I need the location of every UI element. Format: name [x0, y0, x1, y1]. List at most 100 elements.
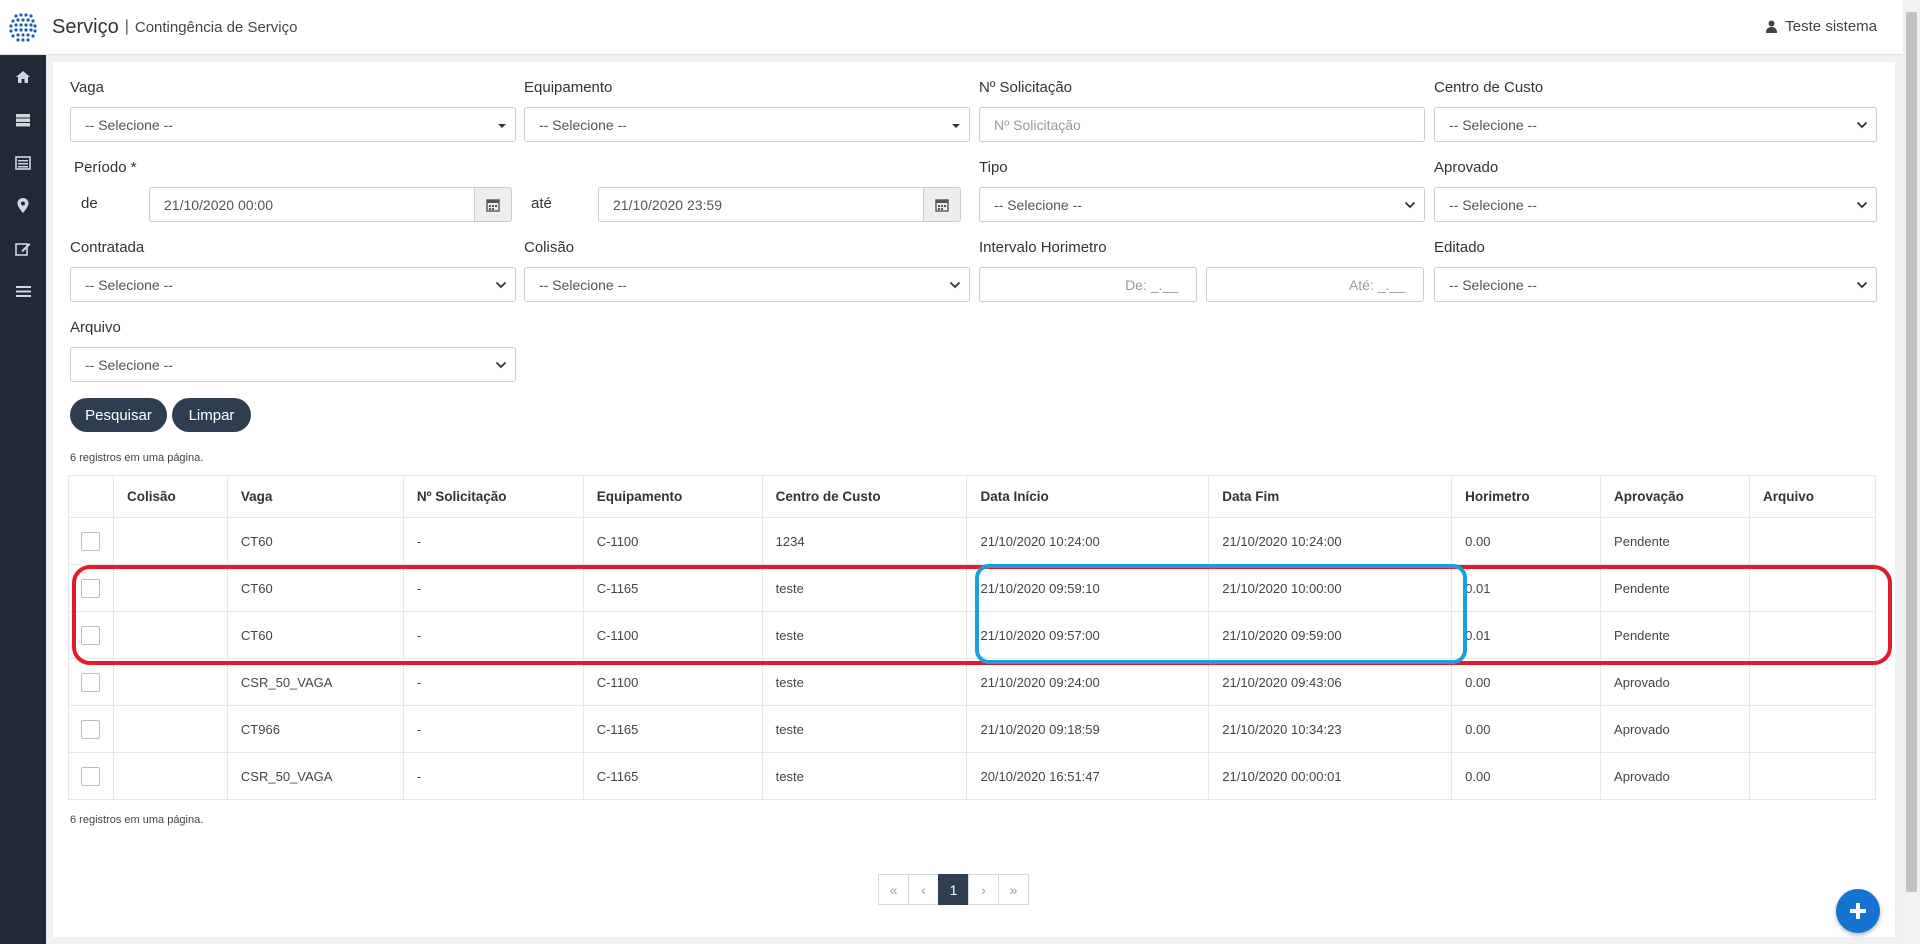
cell-horimetro: 0.00 [1451, 658, 1602, 706]
periodo-to-input[interactable]: 21/10/2020 23:59 [598, 187, 924, 222]
page-last-button[interactable]: » [998, 874, 1029, 905]
map-marker-icon [17, 198, 29, 213]
periodo-from-input[interactable]: 21/10/2020 00:00 [149, 187, 475, 222]
chevron-down-icon [1404, 201, 1416, 209]
row-checkbox[interactable] [81, 719, 101, 739]
list-alt-icon [15, 155, 31, 170]
calendar-to-button[interactable] [923, 187, 961, 222]
cell-data-fim: 21/10/2020 10:34:23 [1208, 705, 1453, 753]
editado-select[interactable]: -- Selecione -- [1434, 267, 1877, 302]
sidebar-item-menu[interactable] [0, 270, 46, 313]
calendar-from-button[interactable] [474, 187, 512, 222]
user-menu[interactable]: Teste sistema [1766, 18, 1877, 35]
cell-solicitacao: - [402, 752, 584, 800]
sidebar-item-list[interactable] [0, 141, 46, 184]
periodo-from-label: de [81, 195, 98, 212]
filter-panel: Vaga -- Selecione -- Equipamento -- Sele… [53, 62, 1895, 937]
column-header-data-inicio[interactable]: Data Início [966, 475, 1210, 518]
cell-equipamento: C-1100 [582, 658, 763, 706]
column-header-centro-custo[interactable]: Centro de Custo [761, 475, 968, 518]
cell-colisao [112, 517, 228, 565]
table-row[interactable]: CT60 - C-1100 1234 21/10/2020 10:24:00 2… [68, 517, 1877, 565]
horimetro-to-input[interactable]: Até: _.__ [1206, 267, 1424, 302]
menu-icon [15, 286, 31, 297]
cell-data-inicio: 21/10/2020 10:24:00 [966, 517, 1210, 565]
cell-data-inicio: 21/10/2020 09:18:59 [966, 705, 1210, 753]
table-row[interactable]: CSR_50_VAGA - C-1100 teste 21/10/2020 09… [68, 658, 1877, 706]
cell-data-inicio: 20/10/2020 16:51:47 [966, 752, 1210, 800]
sidebar-item-home[interactable] [0, 55, 46, 98]
column-header-aprovacao[interactable]: Aprovação [1600, 475, 1750, 518]
scrollbar-thumb[interactable] [1906, 12, 1917, 892]
user-name: Teste sistema [1785, 18, 1877, 35]
cell-aprovacao: Aprovado [1600, 658, 1750, 706]
cell-arquivo [1748, 752, 1877, 800]
cell-arquivo [1748, 517, 1877, 565]
horimetro-from-input[interactable]: De: _.__ [979, 267, 1197, 302]
calendar-icon [486, 198, 500, 212]
contratada-select[interactable]: -- Selecione -- [70, 267, 516, 302]
table-header-row: Colisão Vaga Nº Solicitação Equipamento … [68, 475, 1877, 518]
cell-equipamento: C-1165 [582, 752, 763, 800]
solicitacao-label: Nº Solicitação [979, 79, 1073, 96]
page-current-button[interactable]: 1 [938, 874, 969, 905]
cell-solicitacao: - [402, 658, 584, 706]
periodo-label: Período * [74, 159, 137, 176]
colisao-label: Colisão [524, 239, 575, 256]
column-header-solicitacao[interactable]: Nº Solicitação [402, 475, 584, 518]
centro-custo-label: Centro de Custo [1434, 79, 1544, 96]
equipamento-select[interactable]: -- Selecione -- [524, 107, 970, 142]
row-checkbox[interactable] [81, 531, 101, 551]
page-first-button[interactable]: « [878, 874, 909, 905]
cell-aprovacao: Pendente [1600, 517, 1750, 565]
page-next-button[interactable]: › [968, 874, 999, 905]
sidebar-item-edit[interactable] [0, 227, 46, 270]
tipo-select[interactable]: -- Selecione -- [979, 187, 1425, 222]
centro-custo-select[interactable]: -- Selecione -- [1434, 107, 1877, 142]
cell-solicitacao: - [402, 517, 584, 565]
column-header-colisao[interactable]: Colisão [112, 475, 228, 518]
sidebar-item-server[interactable] [0, 98, 46, 141]
vaga-select[interactable]: -- Selecione -- [70, 107, 516, 142]
cell-aprovacao: Aprovado [1600, 752, 1750, 800]
search-button[interactable]: Pesquisar [70, 398, 167, 432]
column-header-vaga[interactable]: Vaga [226, 475, 404, 518]
chevron-down-icon [495, 281, 507, 289]
table-row[interactable]: CT966 - C-1165 teste 21/10/2020 09:18:59… [68, 705, 1877, 753]
column-header-arquivo[interactable]: Arquivo [1748, 475, 1877, 518]
row-checkbox[interactable] [81, 672, 101, 692]
cell-data-fim: 21/10/2020 00:00:01 [1208, 752, 1453, 800]
cell-arquivo [1748, 658, 1877, 706]
arquivo-select[interactable]: -- Selecione -- [70, 347, 516, 382]
column-header-equipamento[interactable]: Equipamento [582, 475, 763, 518]
chevron-down-icon [949, 281, 961, 289]
add-button[interactable] [1836, 889, 1880, 933]
colisao-select[interactable]: -- Selecione -- [524, 267, 970, 302]
sidebar-item-map[interactable] [0, 184, 46, 227]
column-header-horimetro[interactable]: Horimetro [1451, 475, 1602, 518]
editado-label: Editado [1434, 239, 1485, 256]
table-row[interactable]: CSR_50_VAGA - C-1165 teste 20/10/2020 16… [68, 752, 1877, 800]
cell-vaga: CT966 [226, 705, 404, 753]
contratada-label: Contratada [70, 239, 145, 256]
user-icon [1766, 20, 1778, 33]
cell-vaga: CSR_50_VAGA [226, 658, 404, 706]
cell-centro-custo: 1234 [761, 517, 968, 565]
cell-vaga: CSR_50_VAGA [226, 752, 404, 800]
column-header-data-fim[interactable]: Data Fim [1208, 475, 1453, 518]
caret-down-icon [952, 124, 960, 128]
periodo-to-label: até [531, 195, 552, 212]
solicitacao-input[interactable]: Nº Solicitação [979, 107, 1425, 142]
chevron-down-icon [1856, 121, 1868, 129]
logo[interactable] [0, 0, 46, 55]
row-checkbox[interactable] [81, 766, 101, 786]
page-prev-button[interactable]: ‹ [908, 874, 939, 905]
cell-colisao [112, 705, 228, 753]
clear-button[interactable]: Limpar [172, 398, 251, 432]
horimetro-label: Intervalo Horimetro [979, 239, 1107, 256]
aprovado-select[interactable]: -- Selecione -- [1434, 187, 1877, 222]
plus-icon [1850, 903, 1866, 919]
vaga-label: Vaga [70, 79, 104, 96]
cell-equipamento: C-1165 [582, 705, 763, 753]
pagination: « ‹ 1 › » [878, 874, 1029, 905]
